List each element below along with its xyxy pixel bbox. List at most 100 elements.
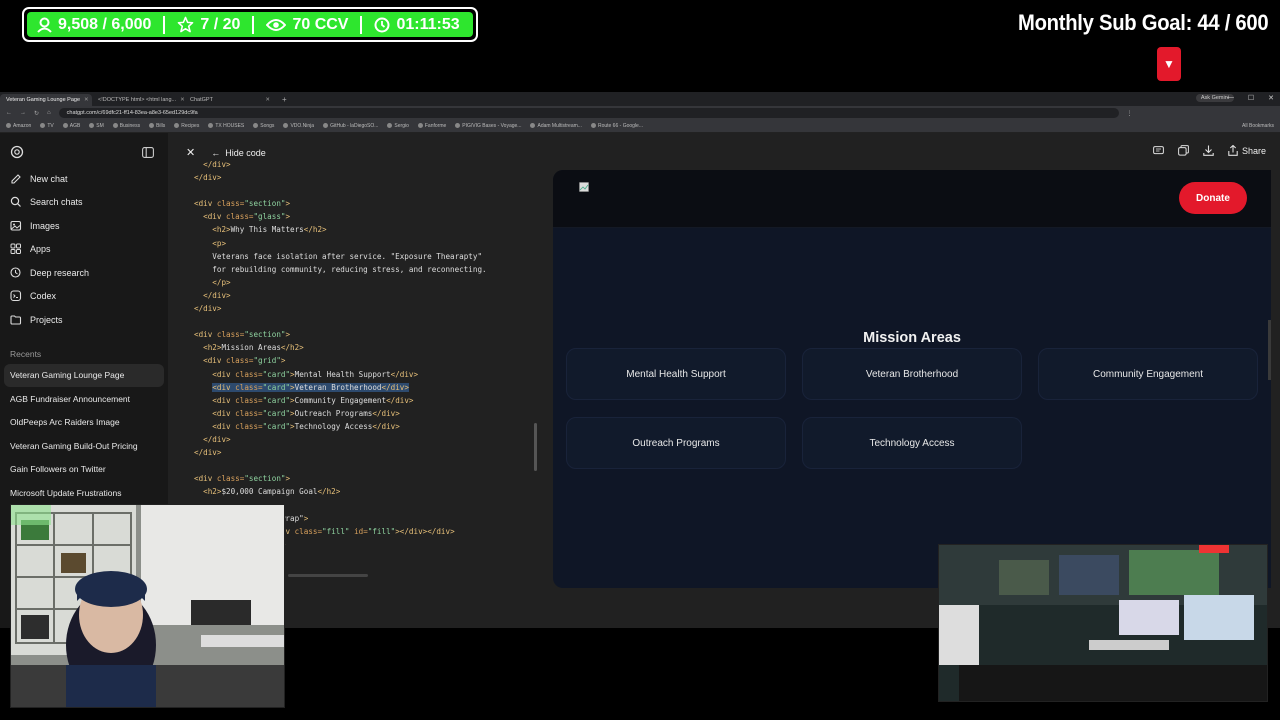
share-icon xyxy=(1228,145,1238,156)
sidebar-item-projects[interactable]: Projects xyxy=(0,308,168,332)
bookmark-label: Adam Multistream... xyxy=(537,123,582,129)
recent-chat-item[interactable]: Microsoft Update Frustrations xyxy=(0,481,168,505)
donate-button[interactable]: Donate xyxy=(1179,182,1247,214)
bookmark-label: TX HOUSES xyxy=(215,123,245,129)
recents-heading: Recents xyxy=(10,348,42,359)
bookmark-item[interactable]: GitHub - laDiegoSO... xyxy=(323,123,378,129)
preview-header: Donate xyxy=(553,170,1271,228)
mission-card: Technology Access xyxy=(802,417,1022,469)
back-icon[interactable]: ← xyxy=(6,110,12,116)
sidebar-item-deep-research[interactable]: Deep research xyxy=(0,261,168,285)
bookmark-label: AGB xyxy=(69,123,81,129)
recent-chat-item[interactable]: OldPeeps Arc Raiders Image xyxy=(0,411,168,435)
rating-count: 7 / 20 xyxy=(200,15,241,33)
preview-scrollbar[interactable] xyxy=(1268,320,1271,380)
bookmark-icon xyxy=(253,123,259,129)
bookmark-item[interactable]: Route 66 - Google... xyxy=(590,123,643,129)
share-label: Share xyxy=(1241,145,1266,156)
new-tab-icon[interactable]: + xyxy=(276,95,293,104)
bookmark-icon xyxy=(283,123,289,129)
bookmark-icon xyxy=(174,123,180,129)
bookmark-item[interactable]: Songs xyxy=(253,123,274,129)
bookmark-item[interactable]: Sergio xyxy=(387,123,409,129)
timer-stat: 01:11:53 xyxy=(374,15,460,34)
browser-tab-2[interactable]: <!DOCTYPE html> <html lang... ✕ xyxy=(92,94,184,106)
share-button[interactable]: Share xyxy=(1228,145,1266,156)
openai-logo-icon[interactable] xyxy=(10,145,24,159)
bookmark-item[interactable]: Adam Multistream... xyxy=(530,123,582,129)
website-preview: Donate Mission Areas Mental Health Suppo… xyxy=(553,170,1271,588)
mission-card: Veteran Brotherhood xyxy=(802,348,1022,400)
forward-icon[interactable]: → xyxy=(20,110,26,116)
sidebar-item-codex[interactable]: Codex xyxy=(0,285,168,309)
close-icon[interactable]: ✕ xyxy=(84,97,89,103)
code-editor[interactable]: </div> </div> <div class="section"> <div… xyxy=(194,158,487,551)
bookmark-item[interactable]: TX HOUSES xyxy=(208,123,244,129)
rating-stat: 7 / 20 xyxy=(177,16,240,34)
sidebar-item-label: New chat xyxy=(30,173,68,184)
sidebar-item-label: Apps xyxy=(30,244,51,255)
message-icon[interactable] xyxy=(1153,145,1164,156)
bookmark-label: Business xyxy=(119,123,141,129)
recent-chat-item[interactable]: Veteran Gaming Build-Out Pricing xyxy=(0,434,168,458)
webcam-feed-room xyxy=(938,544,1268,702)
eye-icon xyxy=(266,18,287,31)
tab-label: <!DOCTYPE html> <html lang... xyxy=(98,97,177,103)
stream-timer: 01:11:53 xyxy=(396,15,460,33)
bookmark-item[interactable]: TV xyxy=(40,123,54,129)
recent-chat-item[interactable]: Veteran Gaming Lounge Page xyxy=(4,363,164,387)
tab-label: Veteran Gaming Lounge Page xyxy=(6,97,81,103)
code-horizontal-scrollbar[interactable] xyxy=(288,574,368,577)
download-icon[interactable] xyxy=(1203,145,1214,156)
sidebar-item-apps[interactable]: Apps xyxy=(0,238,168,262)
recent-chat-item[interactable]: Gain Followers on Twitter xyxy=(0,458,168,482)
bookmark-item[interactable]: Amazon xyxy=(6,123,31,129)
bookmark-icon xyxy=(417,123,423,129)
sidebar-item-label: Codex xyxy=(30,291,57,302)
bookmark-label: TV xyxy=(47,123,54,129)
bookmark-item[interactable]: SM xyxy=(89,123,104,129)
mission-card: Outreach Programs xyxy=(566,417,786,469)
bookmarks-bar: Amazon TV AGB SM Business Bills Recipes TX HOUS… xyxy=(0,120,1280,133)
url-field[interactable]: chatgpt.com/c/69dfc21-ff14-83ea-a8e3-65e… xyxy=(58,108,1119,118)
bookmark-item[interactable]: AGB xyxy=(62,123,81,129)
bookmark-label: VDO.Ninja xyxy=(290,123,315,129)
browser-tab-3[interactable]: ChatGPT ✕ xyxy=(184,94,276,106)
sidebar-toggle-icon[interactable] xyxy=(142,146,154,158)
webcam-feed-streamer xyxy=(10,504,285,708)
minimize-icon[interactable]: — xyxy=(1227,94,1234,102)
maximize-icon[interactable]: ☐ xyxy=(1248,94,1254,102)
window-close-icon[interactable]: ✕ xyxy=(1268,94,1274,102)
all-bookmarks-button[interactable]: All Bookmarks xyxy=(1242,123,1274,129)
sidebar-item-new-chat[interactable]: New chat xyxy=(0,167,168,191)
copy-icon[interactable] xyxy=(1178,145,1189,156)
hide-code-button[interactable]: ← Hide code xyxy=(211,148,266,158)
sidebar-item-label: Deep research xyxy=(30,267,90,278)
edit-icon xyxy=(11,173,21,184)
bookmark-label: GitHub - laDiegoSO... xyxy=(330,123,379,129)
sidebar-item-images[interactable]: Images xyxy=(0,214,168,238)
bookmark-icon xyxy=(590,123,596,129)
bookmark-icon xyxy=(40,123,46,129)
bookmark-item[interactable]: Bills xyxy=(149,123,165,129)
mission-card: Mental Health Support xyxy=(566,348,786,400)
home-icon[interactable]: ⌂ xyxy=(47,110,51,116)
bookmark-icon xyxy=(455,123,461,129)
code-scrollbar[interactable] xyxy=(534,423,537,471)
hide-code-label: Hide code xyxy=(225,147,266,158)
extensions-icon[interactable]: ⋮ xyxy=(1127,110,1133,117)
bookmark-item[interactable]: PIG/VIG Bases - Voyage... xyxy=(455,123,521,129)
codex-icon xyxy=(10,290,22,302)
bookmark-item[interactable]: Recipes xyxy=(174,123,199,129)
recent-chat-item[interactable]: AGB Fundraiser Announcement xyxy=(0,387,168,411)
bookmark-item[interactable]: Fanforme xyxy=(417,123,446,129)
reload-icon[interactable]: ↻ xyxy=(34,110,39,117)
browser-tab-1[interactable]: Veteran Gaming Lounge Page ✕ xyxy=(0,94,92,106)
bookmark-item[interactable]: VDO.Ninja xyxy=(283,123,314,129)
close-icon[interactable]: ✕ xyxy=(265,97,270,103)
bookmark-label: Sergio xyxy=(394,123,409,129)
sidebar-item-search-chats[interactable]: Search chats xyxy=(0,191,168,215)
bookmark-icon xyxy=(208,123,214,129)
bookmark-item[interactable]: Business xyxy=(112,123,141,129)
star-icon xyxy=(178,16,194,33)
